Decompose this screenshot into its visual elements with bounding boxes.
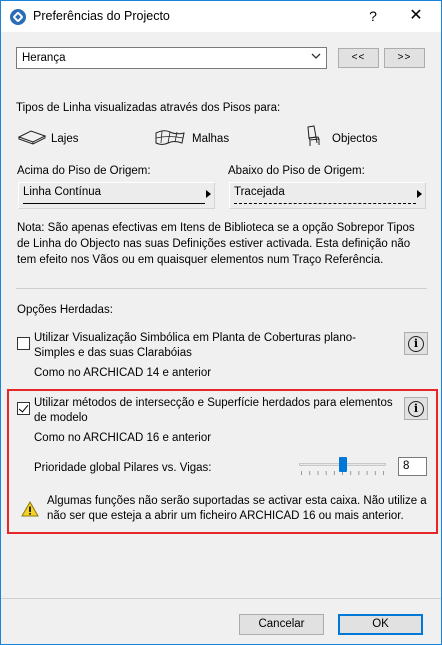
ok-button[interactable]: OK [338,614,423,635]
symbolic-roof-note: Como no ARCHICAD 14 e anterior [34,367,212,379]
preferences-dialog: Preferências do Projecto ? ✕ Herança << … [0,0,442,645]
chair-object-icon [307,125,320,146]
profile-dropdown-value: Herança [22,52,66,64]
archicad-app-icon [10,9,26,25]
line-types-note: Nota: São apenas efectivas em Itens de B… [17,222,415,266]
solid-line-preview [23,203,205,204]
mesh-icon [155,130,185,145]
warning-icon [21,501,39,517]
chevron-down-icon [311,53,321,59]
arrow-right-icon [417,190,422,198]
priority-value-field[interactable]: 8 [398,457,427,476]
symbolic-roof-checkbox[interactable] [17,337,30,350]
above-origin-label: Acima do Piso de Origem: [17,165,151,177]
title-bar: Preferências do Projecto ? ✕ [1,1,441,32]
previous-profile-button[interactable]: << [338,48,379,68]
meshes-label: Malhas [192,133,230,145]
info-button[interactable]: i [404,332,428,355]
warning-text: Algumas funções não serão suportadas se … [47,495,427,522]
line-types-heading: Tipos de Linha visualizadas através dos … [16,102,281,114]
slabs-label: Lajes [51,133,79,145]
slab-icon [17,130,47,145]
legacy-intersection-note: Como no ARCHICAD 16 e anterior [34,432,212,444]
info-icon: i [408,400,424,417]
divider [1,598,441,599]
objects-label: Objectos [332,133,378,145]
legacy-intersection-label: Utilizar métodos de intersecção e Superf… [34,397,393,424]
above-linetype-value: Linha Contínua [23,186,102,198]
above-linetype-selector[interactable]: Linha Contínua [18,182,215,209]
below-origin-label: Abaixo do Piso de Origem: [228,165,365,177]
info-icon: i [408,335,424,352]
arrow-right-icon [206,190,211,198]
window-title: Preferências do Projecto [33,9,170,23]
priority-label: Prioridade global Pilares vs. Vigas: [34,462,212,474]
profile-dropdown[interactable]: Herança [16,47,327,69]
next-profile-button[interactable]: >> [384,48,425,68]
cancel-button[interactable]: Cancelar [239,614,324,635]
help-button[interactable]: ? [363,6,383,26]
info-button[interactable]: i [404,397,428,420]
divider [16,288,427,289]
below-linetype-selector[interactable]: Tracejada [229,182,426,209]
symbolic-roof-label: Utilizar Visualização Simbólica em Plant… [34,332,356,359]
inherited-options-heading: Opções Herdadas: [17,304,113,316]
priority-slider-thumb[interactable] [339,457,347,472]
legacy-intersection-checkbox[interactable] [17,402,30,415]
close-button[interactable]: ✕ [403,6,429,26]
below-linetype-value: Tracejada [234,186,285,198]
dashed-line-preview [234,203,416,204]
